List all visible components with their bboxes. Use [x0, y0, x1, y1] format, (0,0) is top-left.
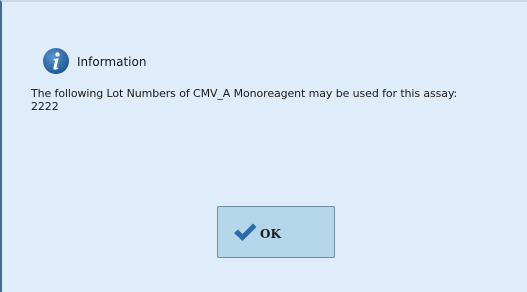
- dialog-title: Information: [77, 55, 147, 69]
- ok-button[interactable]: OK: [217, 206, 335, 258]
- dialog-header: Information: [42, 46, 146, 76]
- dialog-message: The following Lot Numbers of CMV_A Monor…: [31, 87, 521, 113]
- ok-button-label: OK: [260, 226, 281, 241]
- message-line: The following Lot Numbers of CMV_A Monor…: [31, 87, 458, 100]
- info-icon: [42, 47, 70, 75]
- lot-number: 2222: [31, 100, 59, 113]
- information-dialog: Information The following Lot Numbers of…: [0, 0, 527, 292]
- checkmark-icon: [232, 221, 258, 243]
